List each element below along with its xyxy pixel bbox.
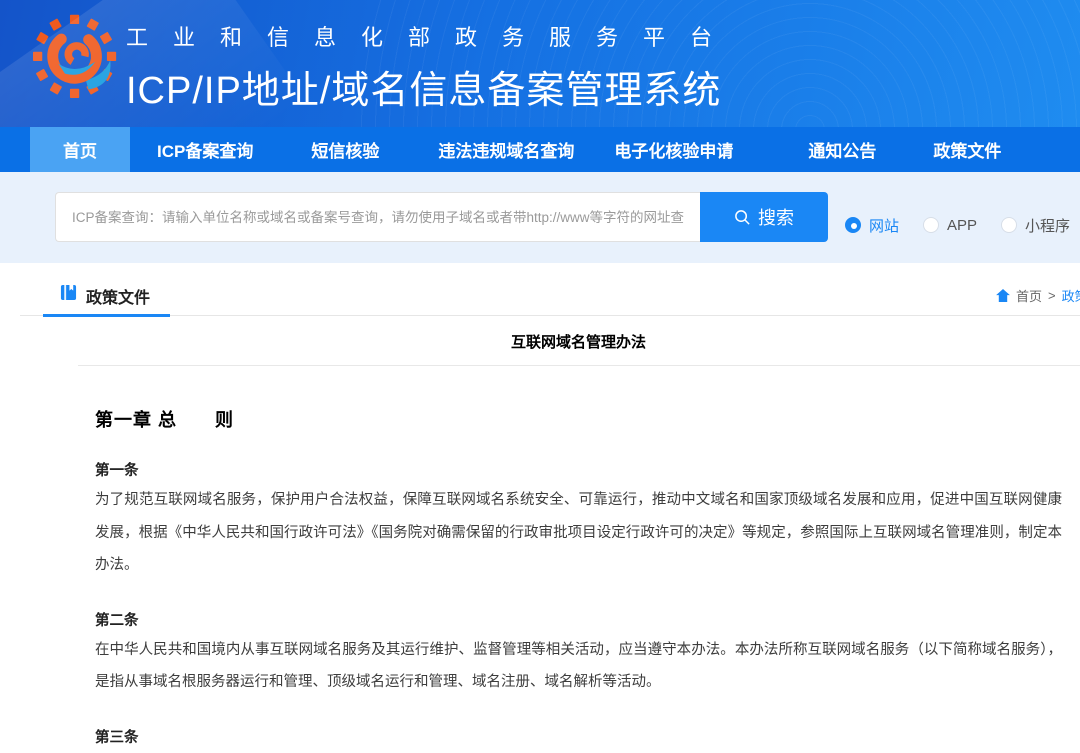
search-icon	[734, 209, 751, 226]
nav-item-home[interactable]: 首页	[30, 127, 130, 172]
section-header: 政策文件 首页 > 政策文件	[0, 263, 1080, 317]
nav-item-notices[interactable]: 通知公告	[808, 127, 876, 172]
section-divider	[20, 315, 1080, 316]
radio-selected-icon	[845, 217, 861, 233]
document-title: 互联网域名管理办法	[95, 331, 1062, 352]
title-divider	[78, 365, 1080, 366]
nav-item-e-verify-apply[interactable]: 电子化核验申请	[614, 127, 733, 172]
miit-logo-icon	[33, 8, 117, 114]
nav-item-policy-files[interactable]: 政策文件	[933, 127, 1001, 172]
main-nav: 首页 ICP备案查询 短信核验 违法违规域名查询 电子化核验申请 通知公告 政策…	[0, 127, 1080, 172]
radio-unselected-icon	[923, 217, 939, 233]
content-area: 政策文件 首页 > 政策文件 互联网域名管理办法 第一章 总 则 第一条 为了规…	[0, 263, 1080, 753]
breadcrumb-home[interactable]: 首页	[1016, 286, 1042, 305]
search-input[interactable]	[55, 192, 700, 242]
site-header: 工业和信息化部政务服务平台 ICP/IP地址/域名信息备案管理系统	[0, 0, 1080, 127]
article-text: 在中华人民共和国境内从事互联网域名服务及其运行维护、监督管理等相关活动，应当遵守…	[95, 634, 1062, 699]
article-2: 第二条 在中华人民共和国境内从事互联网域名服务及其运行维护、监督管理等相关活动，…	[95, 609, 1062, 699]
search-type-miniprogram[interactable]: 小程序	[1001, 215, 1070, 236]
radio-unselected-icon	[1001, 217, 1017, 233]
section-title: 政策文件	[86, 284, 150, 308]
article-label: 第三条	[95, 726, 1062, 747]
system-title: ICP/IP地址/域名信息备案管理系统	[126, 59, 737, 114]
breadcrumb: 首页 > 政策文件	[996, 286, 1080, 305]
article-3: 第三条 工业和信息化部对全国的域名服务实施监督管理，主要职责是：（一）制定互联网…	[95, 726, 1062, 753]
breadcrumb-current[interactable]: 政策文件	[1062, 286, 1080, 305]
chapter-heading: 第一章 总 则	[95, 406, 1062, 432]
search-type-website-label: 网站	[869, 215, 899, 236]
search-section: 搜索 网站 APP 小程序 快应用	[0, 172, 1080, 263]
nav-item-illegal-domain-lookup[interactable]: 违法违规域名查询	[438, 127, 574, 172]
search-type-app-label: APP	[947, 217, 977, 234]
document-body: 第一章 总 则 第一条 为了规范互联网域名服务，保护用户合法权益，保障互联网域名…	[95, 406, 1062, 753]
home-icon	[996, 289, 1010, 302]
book-icon	[60, 284, 77, 306]
breadcrumb-separator: >	[1048, 288, 1056, 303]
page: 工业和信息化部政务服务平台 ICP/IP地址/域名信息备案管理系统 首页 ICP…	[0, 0, 1080, 753]
article-label: 第一条	[95, 459, 1062, 480]
nav-item-icp-lookup[interactable]: ICP备案查询	[157, 127, 253, 172]
search-type-options: 网站 APP 小程序 快应用	[845, 217, 1080, 233]
search-type-website[interactable]: 网站	[845, 215, 899, 236]
search-button-label: 搜索	[758, 204, 794, 230]
platform-title: 工业和信息化部政务服务平台	[126, 20, 737, 52]
search-button[interactable]: 搜索	[700, 192, 828, 242]
article-text: 为了规范互联网域名服务，保护用户合法权益，保障互联网域名系统安全、可靠运行，推动…	[95, 484, 1062, 582]
search-type-miniprogram-label: 小程序	[1025, 215, 1070, 236]
search-type-app[interactable]: APP	[923, 217, 977, 234]
article-label: 第二条	[95, 609, 1062, 630]
article-1: 第一条 为了规范互联网域名服务，保护用户合法权益，保障互联网域名系统安全、可靠运…	[95, 459, 1062, 582]
nav-item-sms-verify[interactable]: 短信核验	[311, 127, 379, 172]
